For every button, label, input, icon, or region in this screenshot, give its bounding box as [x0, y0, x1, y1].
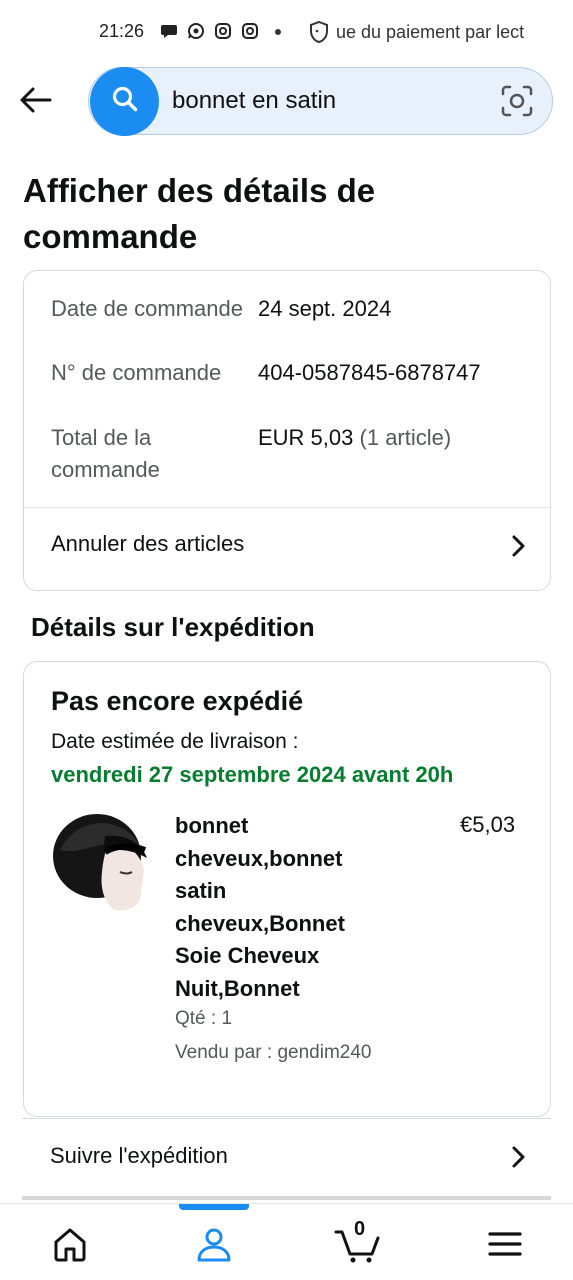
cancel-items-row[interactable]: Annuler des articles	[24, 508, 550, 590]
order-summary-card: Date de commande 24 sept. 2024 N° de com…	[23, 270, 551, 591]
order-total-value: EUR 5,03 (1 article)	[258, 422, 451, 454]
order-number-label: N° de commande	[51, 360, 222, 385]
product-seller: Vendu par : gendim240	[175, 1042, 372, 1063]
product-quantity: Qté : 1	[175, 1008, 233, 1029]
order-total-count: (1 article)	[359, 425, 452, 450]
search-button[interactable]	[90, 67, 159, 136]
order-date-value: 24 sept. 2024	[258, 296, 392, 321]
order-number-value: 404-0587845-6878747	[258, 360, 481, 385]
order-total-label: Total de la commande	[51, 425, 160, 482]
page-title: Afficher des détails de commande	[23, 172, 376, 255]
back-arrow-icon[interactable]	[18, 84, 54, 116]
order-date-label: Date de commande	[51, 296, 243, 321]
dot-icon	[275, 29, 281, 35]
cancel-items-label: Annuler des articles	[51, 531, 245, 556]
track-shipment-row[interactable]: Suivre l'expédition	[22, 1118, 551, 1200]
bottom-navigation: 0	[0, 1203, 573, 1280]
status-notification-text: ue du paiement par lect	[336, 22, 525, 42]
home-icon[interactable]	[50, 1224, 90, 1264]
order-total-amount: EUR 5,03	[258, 425, 354, 450]
chat-bubble-icon	[160, 22, 178, 40]
status-time: 21:26	[99, 21, 145, 41]
product-price: €5,03	[460, 812, 516, 837]
status-bar: 21:26 ue du paiement par lect	[0, 0, 573, 66]
estimated-delivery-label: Date estimée de livraison :	[51, 730, 299, 753]
whatsapp-icon	[187, 22, 205, 40]
menu-icon[interactable]	[485, 1224, 525, 1264]
status-icons	[160, 22, 259, 40]
instagram-icon	[241, 22, 259, 40]
shield-icon	[308, 20, 330, 44]
estimated-delivery-date: vendredi 27 septembre 2024 avant 20h	[51, 762, 454, 787]
camera-search-icon[interactable]	[500, 84, 534, 118]
product-title[interactable]: bonnet cheveux,bonnet satin cheveux,Bonn…	[175, 810, 375, 1005]
shipment-card: Pas encore expédié Date estimée de livra…	[23, 661, 551, 1117]
track-shipment-label: Suivre l'expédition	[50, 1143, 228, 1168]
cart-count-badge: 0	[354, 1218, 366, 1240]
account-icon[interactable]	[194, 1224, 234, 1264]
chevron-right-icon	[510, 1145, 528, 1169]
shipment-status: Pas encore expédié	[51, 686, 304, 716]
product-image[interactable]	[50, 810, 150, 912]
active-tab-indicator	[179, 1204, 249, 1210]
search-icon	[110, 84, 140, 119]
shipment-section-title: Détails sur l'expédition	[31, 612, 315, 642]
chevron-right-icon	[510, 534, 528, 558]
search-input[interactable]: bonnet en satin	[172, 87, 336, 115]
instagram-icon	[214, 22, 232, 40]
